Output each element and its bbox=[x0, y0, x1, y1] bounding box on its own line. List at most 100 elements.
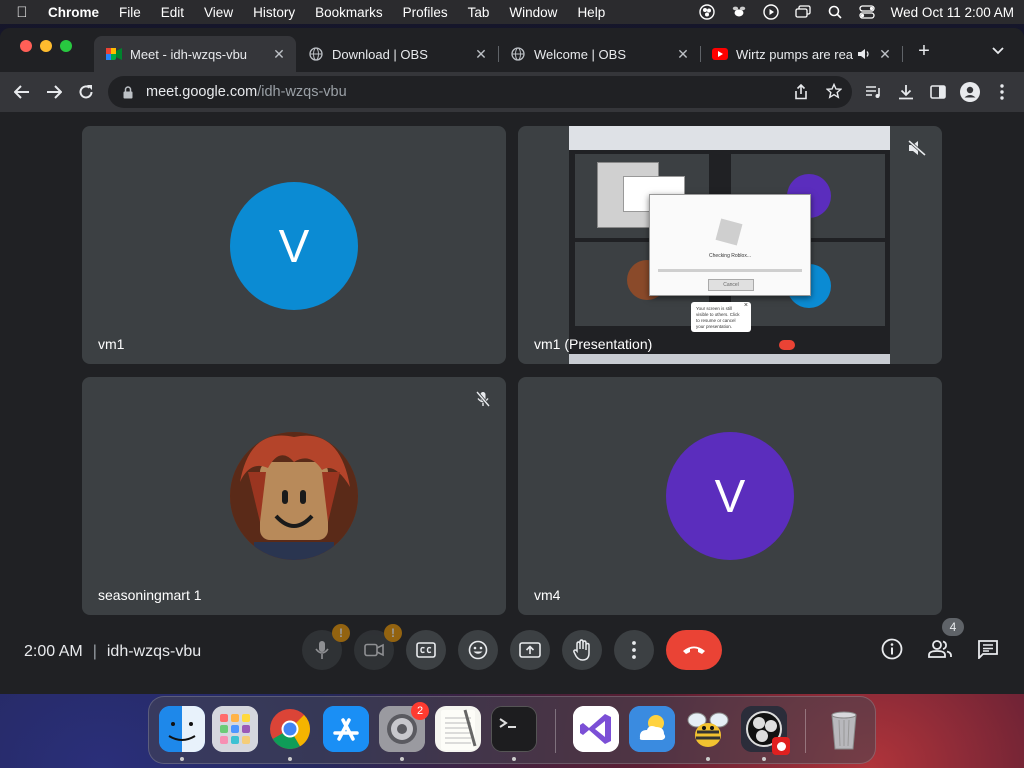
more-options-button[interactable] bbox=[614, 630, 654, 670]
obs-status-icon[interactable] bbox=[698, 4, 715, 20]
screen-mirroring-icon[interactable] bbox=[795, 4, 811, 20]
close-window-button[interactable] bbox=[20, 40, 32, 52]
globe-icon bbox=[308, 46, 324, 62]
participant-tile-presentation[interactable]: Checking Roblox... Cancel Your screen is… bbox=[518, 126, 942, 364]
running-indicator bbox=[180, 757, 184, 761]
menu-window[interactable]: Window bbox=[509, 5, 557, 20]
side-panel-icon[interactable] bbox=[926, 80, 950, 104]
participant-tile-vm4[interactable]: V vm4 bbox=[518, 377, 942, 615]
chrome-icon[interactable] bbox=[267, 706, 313, 752]
forward-arrow-icon[interactable] bbox=[42, 80, 66, 104]
menu-tab[interactable]: Tab bbox=[468, 5, 490, 20]
menu-app-chrome[interactable]: Chrome bbox=[48, 5, 99, 20]
new-tab-plus-icon[interactable]: + bbox=[912, 40, 936, 63]
launchpad-icon[interactable] bbox=[212, 706, 258, 752]
tab-youtube[interactable]: Wirtz pumps are rea ✕ bbox=[700, 36, 903, 72]
warning-badge-icon: ! bbox=[332, 624, 350, 642]
control-center-icon[interactable] bbox=[859, 4, 875, 20]
menu-history[interactable]: History bbox=[253, 5, 295, 20]
microphone-button[interactable]: ! bbox=[302, 624, 350, 670]
notification-badge: 2 bbox=[411, 702, 429, 720]
dialog-text: Checking Roblox... bbox=[709, 253, 751, 259]
close-tab-icon[interactable]: ✕ bbox=[272, 46, 286, 63]
raise-hand-button[interactable] bbox=[562, 630, 602, 670]
running-indicator bbox=[400, 757, 404, 761]
app-store-icon[interactable] bbox=[323, 706, 369, 752]
bookmark-star-icon[interactable] bbox=[825, 82, 843, 103]
tab-meet[interactable]: Meet - idh-wzqs-vbu ✕ bbox=[94, 36, 296, 72]
bee-app-icon[interactable] bbox=[685, 706, 731, 752]
microphone-icon bbox=[315, 641, 329, 659]
lock-icon[interactable] bbox=[120, 84, 136, 100]
close-tab-icon[interactable]: ✕ bbox=[676, 46, 690, 63]
bee-status-icon[interactable] bbox=[731, 4, 747, 20]
close-tab-icon[interactable]: ✕ bbox=[474, 46, 488, 63]
tab-download-obs[interactable]: Download | OBS ✕ bbox=[296, 36, 499, 72]
profile-avatar-icon[interactable] bbox=[958, 80, 982, 104]
media-controls-icon[interactable] bbox=[862, 80, 886, 104]
reload-icon[interactable] bbox=[74, 80, 98, 104]
finder-icon[interactable] bbox=[159, 706, 205, 752]
participant-name: vm1 (Presentation) bbox=[534, 336, 653, 352]
kebab-menu-icon[interactable] bbox=[990, 80, 1014, 104]
thumb-meet-view: Checking Roblox... Cancel Your screen is… bbox=[569, 150, 890, 336]
chat-button[interactable] bbox=[974, 635, 1002, 663]
chrome-window: Meet - idh-wzqs-vbu ✕ Download | OBS ✕ W… bbox=[0, 28, 1024, 694]
reactions-button[interactable] bbox=[458, 630, 498, 670]
menu-profiles[interactable]: Profiles bbox=[403, 5, 448, 20]
participant-tile-vm1[interactable]: V vm1 bbox=[82, 126, 506, 364]
camera-icon bbox=[364, 643, 384, 657]
obs-studio-icon[interactable] bbox=[741, 706, 790, 755]
tab-welcome-obs[interactable]: Welcome | OBS ✕ bbox=[498, 36, 701, 72]
warning-badge-icon: ! bbox=[384, 624, 402, 642]
browser-toolbar: meet.google.com/idh-wzqs-vbu bbox=[0, 72, 1024, 112]
spotlight-search-icon[interactable] bbox=[827, 4, 843, 20]
apple-menu-icon[interactable]:  bbox=[10, 4, 34, 21]
window-controls bbox=[20, 40, 72, 52]
people-button[interactable] bbox=[926, 635, 954, 663]
play-status-icon[interactable] bbox=[762, 4, 779, 20]
tab-title: Download | OBS bbox=[332, 46, 428, 62]
weather-icon[interactable] bbox=[629, 706, 675, 752]
emoji-smile-icon bbox=[468, 640, 488, 660]
tab-search-chevron-icon[interactable] bbox=[992, 42, 1004, 58]
minimize-window-button[interactable] bbox=[40, 40, 52, 52]
dock-separator bbox=[555, 709, 556, 753]
macos-dock: 2 bbox=[148, 696, 876, 764]
speaker-audio-icon[interactable] bbox=[856, 46, 872, 62]
textedit-icon[interactable] bbox=[435, 706, 481, 752]
meeting-time: 2:00 AM bbox=[24, 643, 83, 660]
menu-view[interactable]: View bbox=[204, 5, 233, 20]
thumb-browser-chrome bbox=[569, 126, 890, 150]
visual-studio-icon[interactable] bbox=[573, 706, 619, 752]
zoom-window-button[interactable] bbox=[60, 40, 72, 52]
address-bar[interactable]: meet.google.com/idh-wzqs-vbu bbox=[108, 76, 852, 108]
raise-hand-icon bbox=[573, 639, 590, 661]
menu-edit[interactable]: Edit bbox=[161, 5, 184, 20]
leave-call-button[interactable] bbox=[666, 630, 722, 670]
meet-control-bar: 2:00 AM | idh-wzqs-vbu ! ! 4 bbox=[0, 618, 1024, 684]
url-host: meet.google.com bbox=[146, 84, 258, 100]
share-icon[interactable] bbox=[794, 83, 808, 104]
downloads-icon[interactable] bbox=[894, 80, 918, 104]
menu-file[interactable]: File bbox=[119, 5, 141, 20]
back-arrow-icon[interactable] bbox=[10, 80, 34, 104]
running-indicator bbox=[512, 757, 516, 761]
present-screen-button[interactable] bbox=[510, 630, 550, 670]
participant-tile-seasoningmart[interactable]: seasoningmart 1 bbox=[82, 377, 506, 615]
chat-icon bbox=[978, 640, 998, 659]
system-settings-icon[interactable]: 2 bbox=[379, 702, 429, 752]
youtube-icon bbox=[712, 46, 728, 62]
terminal-icon[interactable] bbox=[491, 706, 537, 752]
captions-button[interactable] bbox=[406, 630, 446, 670]
menu-help[interactable]: Help bbox=[577, 5, 605, 20]
tab-title: Wirtz pumps are rea bbox=[736, 46, 854, 62]
close-tab-icon[interactable]: ✕ bbox=[878, 46, 892, 63]
camera-button[interactable]: ! bbox=[354, 624, 402, 670]
participant-count-badge: 4 bbox=[942, 618, 964, 636]
menu-bar-clock[interactable]: Wed Oct 11 2:00 AM bbox=[891, 5, 1014, 20]
trash-icon[interactable] bbox=[821, 706, 867, 752]
meeting-details-button[interactable] bbox=[878, 635, 906, 663]
menu-bookmarks[interactable]: Bookmarks bbox=[315, 5, 383, 20]
participant-name: vm1 bbox=[98, 336, 125, 352]
